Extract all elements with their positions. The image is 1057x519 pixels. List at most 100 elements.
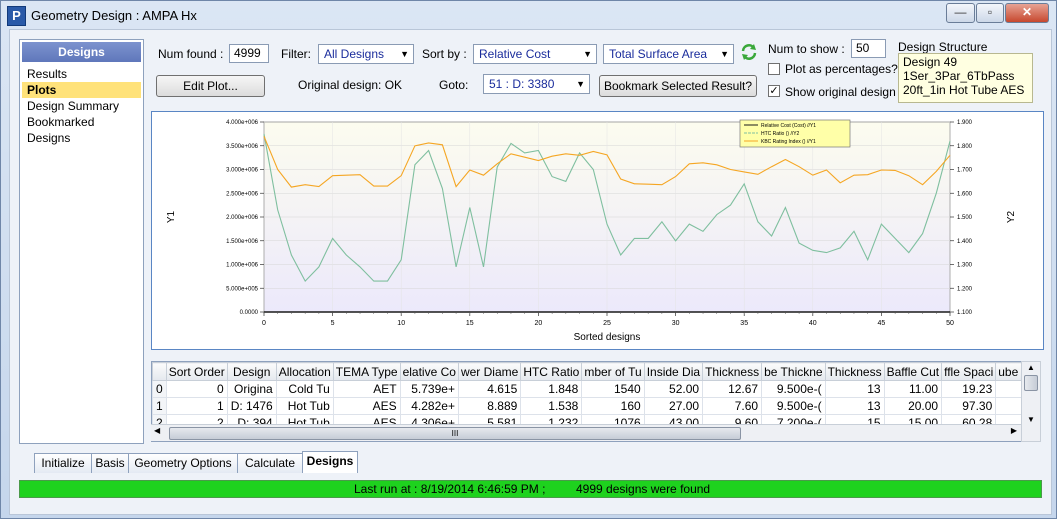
scrollbar-thumb[interactable] bbox=[1024, 375, 1038, 391]
plot-percentages-label: Plot as percentages? bbox=[785, 62, 898, 76]
table-cell: 1 bbox=[165, 397, 228, 415]
scroll-right-icon[interactable]: ▶ bbox=[1011, 426, 1017, 435]
window-title: Geometry Design : AMPA Hx bbox=[31, 8, 197, 23]
column-header[interactable]: wer Diame bbox=[457, 362, 522, 381]
legend-label: KBC Rating Index () //Y1 bbox=[761, 139, 816, 145]
column-header[interactable] bbox=[152, 362, 167, 381]
tab-basis[interactable]: Basis bbox=[91, 453, 129, 473]
horizontal-scrollbar[interactable]: ◀ III ▶ bbox=[151, 424, 1021, 441]
num-found-label: Num found : bbox=[158, 47, 224, 61]
column-header[interactable]: ffle Spaci bbox=[941, 362, 997, 381]
column-header[interactable]: Sort Order bbox=[165, 362, 228, 381]
table-cell: AET bbox=[332, 380, 401, 398]
results-table: Sort Order Design Allocation TEMA Type elati… bbox=[152, 362, 1022, 432]
scrollbar-thumb[interactable]: III bbox=[169, 427, 741, 440]
x-tick-label: 15 bbox=[466, 320, 474, 327]
tab-calculate[interactable]: Calculate bbox=[237, 453, 303, 473]
table-cell: 8.889 bbox=[457, 397, 522, 415]
tab-designs[interactable]: Designs bbox=[302, 451, 358, 473]
scroll-left-icon[interactable]: ◀ bbox=[154, 426, 160, 435]
column-header[interactable]: TEMA Type bbox=[332, 362, 401, 381]
x-tick-label: 40 bbox=[809, 320, 817, 327]
bookmark-selected-button[interactable]: Bookmark Selected Result? bbox=[599, 75, 757, 97]
y1-tick-label: 1.500e+006 bbox=[226, 239, 259, 245]
sidebar-item-bookmarked-designs[interactable]: Bookmarked Designs bbox=[22, 114, 141, 145]
table-cell: 9.500e-( bbox=[761, 380, 826, 398]
chevron-down-icon: ▼ bbox=[720, 49, 729, 59]
x-tick-label: 35 bbox=[740, 320, 748, 327]
edit-plot-button[interactable]: Edit Plot... bbox=[156, 75, 265, 97]
close-button[interactable]: ✕ bbox=[1005, 3, 1049, 23]
y2-tick-label: 1.300 bbox=[957, 263, 973, 269]
tab-initialize[interactable]: Initialize bbox=[34, 453, 92, 473]
table-row[interactable]: 1 1 D: 1476 Hot Tub AES 4.282e+ 8.889 1.538 160 2… bbox=[152, 397, 1022, 415]
column-header[interactable]: elative Co bbox=[399, 362, 459, 381]
scroll-up-icon[interactable]: ▲ bbox=[1022, 362, 1040, 374]
row-index: 1 bbox=[152, 397, 167, 415]
column-header[interactable]: Thickness bbox=[824, 362, 885, 381]
table-cell: AES bbox=[332, 397, 401, 415]
table-cell: 5.739e+ bbox=[399, 380, 459, 398]
table-row[interactable]: 0 0 Origina Cold Tu AET 5.739e+ 4.615 1.848 1540… bbox=[152, 380, 1022, 398]
chart-legend: Relative Cost (Cost) //Y1 HTC Ratio () /… bbox=[739, 119, 851, 148]
table-cell: 1540 bbox=[581, 380, 645, 398]
title-bar: P Geometry Design : AMPA Hx — ▫ ✕ bbox=[1, 1, 1056, 29]
column-header[interactable]: ube Lengt bbox=[995, 362, 1022, 381]
design-structure-box: Design 49 1Ser_3Par_6TbPass 20ft_1in Hot… bbox=[898, 53, 1033, 103]
legend-label: Relative Cost (Cost) //Y1 bbox=[761, 123, 816, 129]
restore-button[interactable]: ▫ bbox=[976, 3, 1004, 23]
sort-by-label: Sort by : bbox=[422, 47, 467, 61]
table-cell: 20.00 bbox=[883, 397, 943, 415]
y1-tick-label: 1.000e+006 bbox=[226, 263, 259, 269]
filter-label: Filter: bbox=[281, 47, 311, 61]
y1-tick-label: 2.500e+006 bbox=[226, 191, 259, 197]
sidebar-item-design-summary[interactable]: Design Summary bbox=[22, 98, 141, 114]
num-to-show-field[interactable]: 50 bbox=[851, 39, 886, 58]
table-cell: Hot Tub bbox=[275, 397, 334, 415]
table-cell: 20.00 bbox=[995, 397, 1022, 415]
plot-percentages-checkbox[interactable] bbox=[768, 63, 780, 75]
y2-tick-label: 1.700 bbox=[957, 168, 973, 174]
sidebar-item-results[interactable]: Results bbox=[22, 66, 141, 82]
table-cell: 4.282e+ bbox=[399, 397, 459, 415]
sort-by-secondary-dropdown[interactable]: Total Surface Area ▼ bbox=[603, 44, 734, 64]
table-cell: 7.60 bbox=[702, 397, 763, 415]
column-header[interactable]: Design bbox=[226, 362, 277, 381]
y1-tick-label: 3.500e+006 bbox=[226, 144, 259, 150]
column-header[interactable]: be Thickne bbox=[761, 362, 826, 381]
column-header[interactable]: Inside Dia bbox=[643, 362, 704, 381]
goto-value: 51 : D: 3380 bbox=[489, 77, 555, 91]
sidebar-header: Designs bbox=[22, 42, 141, 62]
table-cell: 20.00 bbox=[995, 380, 1022, 398]
column-header[interactable]: Thickness bbox=[702, 362, 763, 381]
design-structure-label: Design Structure bbox=[898, 40, 988, 54]
x-axis-label: Sorted designs bbox=[574, 332, 641, 343]
x-tick-label: 50 bbox=[946, 320, 954, 327]
table-cell: 1.538 bbox=[520, 397, 583, 415]
x-tick-label: 20 bbox=[535, 320, 543, 327]
show-original-checkbox[interactable]: ✓ bbox=[768, 85, 780, 97]
design-structure-line: Design 49 bbox=[903, 55, 958, 69]
application-window: P Geometry Design : AMPA Hx — ▫ ✕ Design… bbox=[0, 0, 1057, 519]
goto-dropdown[interactable]: 51 : D: 3380 ▼ bbox=[483, 74, 590, 94]
plot-panel[interactable]: 0.0000 5.000e+005 1.000e+006 1.500e+006 2.00… bbox=[151, 111, 1044, 350]
minimize-button[interactable]: — bbox=[946, 3, 975, 23]
client-area: Designs Results Plots Design Summary Boo… bbox=[9, 29, 1052, 515]
column-header[interactable]: mber of Tu bbox=[581, 362, 645, 381]
num-found-field[interactable]: 4999 bbox=[229, 44, 269, 63]
column-header[interactable]: Allocation bbox=[275, 362, 334, 381]
x-tick-label: 30 bbox=[672, 320, 680, 327]
status-bar: Last run at : 8/19/2014 6:46:59 PM ; 499… bbox=[19, 480, 1042, 498]
vertical-scrollbar[interactable]: ▲ ▼ bbox=[1021, 361, 1041, 442]
num-to-show-label: Num to show : bbox=[768, 42, 845, 56]
y2-tick-label: 1.500 bbox=[957, 215, 973, 221]
scroll-down-icon[interactable]: ▼ bbox=[1022, 415, 1040, 424]
design-structure-line: 1Ser_3Par_6TbPass bbox=[903, 69, 1015, 83]
column-header[interactable]: HTC Ratio bbox=[520, 362, 583, 381]
filter-dropdown[interactable]: All Designs ▼ bbox=[318, 44, 414, 64]
tab-geometry-options[interactable]: Geometry Options bbox=[128, 453, 238, 473]
sidebar-item-plots[interactable]: Plots bbox=[22, 82, 141, 98]
sort-by-dropdown[interactable]: Relative Cost ▼ bbox=[473, 44, 597, 64]
column-header[interactable]: Baffle Cut bbox=[883, 362, 943, 381]
refresh-icon[interactable] bbox=[740, 43, 758, 61]
